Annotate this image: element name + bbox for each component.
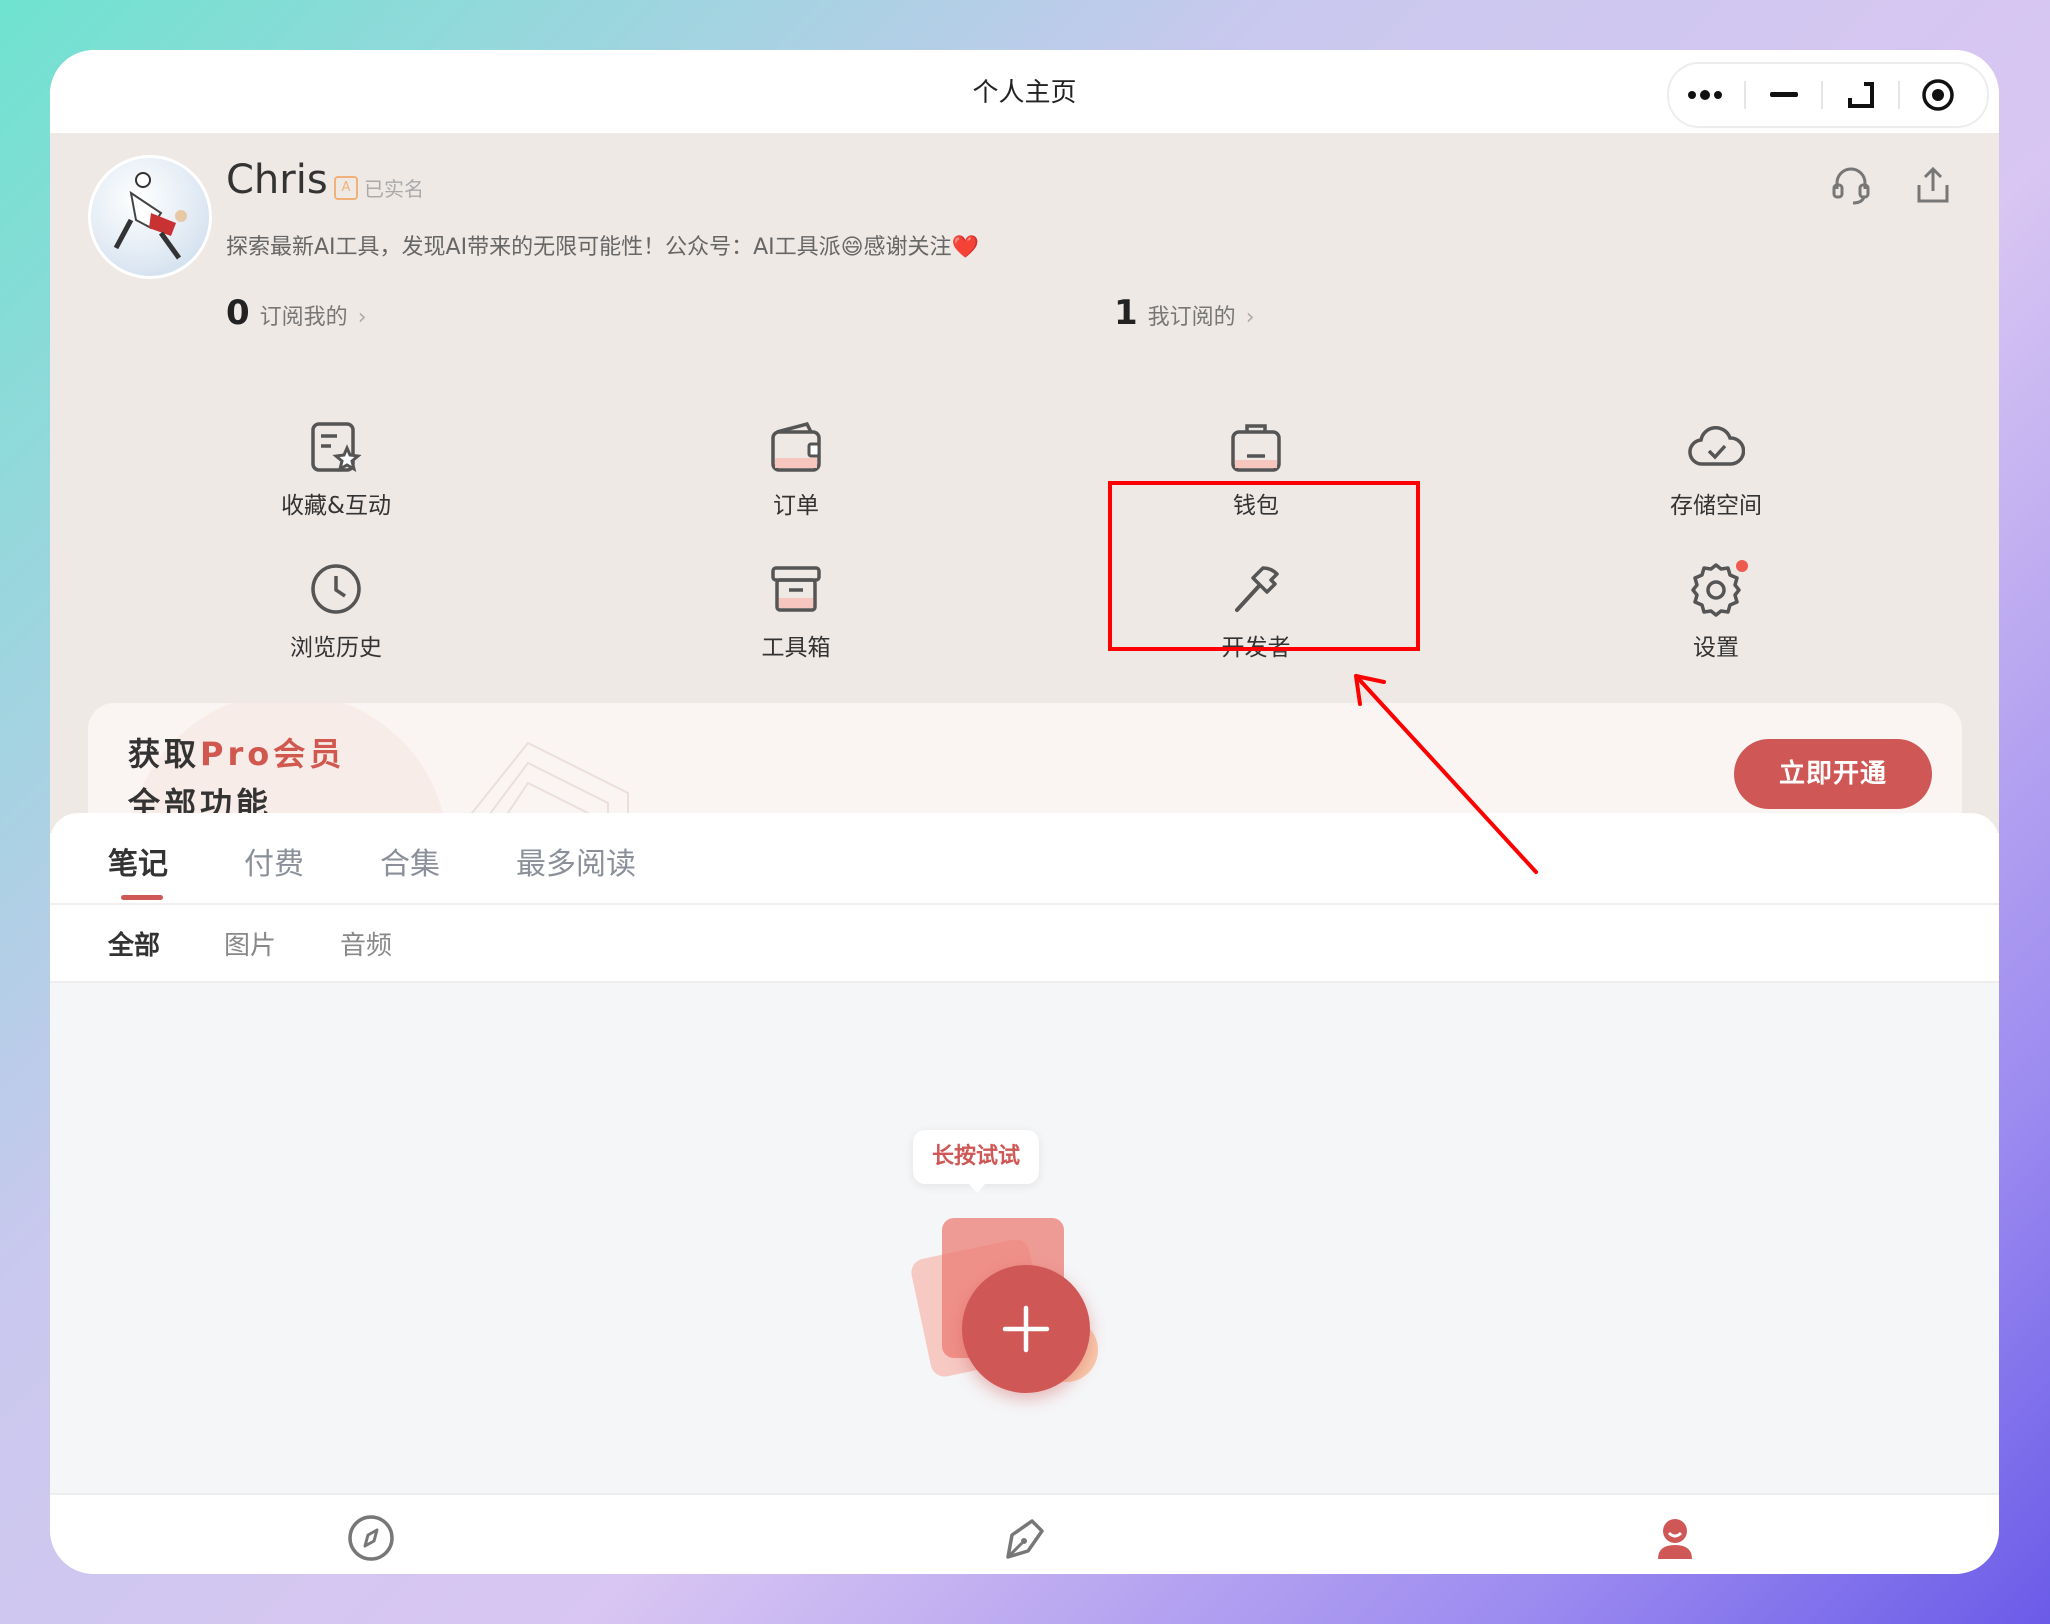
sub-tabs: 全部 图片 音频 xyxy=(50,905,1999,983)
compass-icon[interactable] xyxy=(346,1513,396,1567)
clock-icon xyxy=(311,564,361,614)
long-press-tooltip: 长按试试 xyxy=(913,1130,1039,1193)
verified-badge: A 已实名 xyxy=(334,173,424,202)
pro-title: 获取Pro会员 xyxy=(128,735,346,773)
add-note-button[interactable] xyxy=(962,1265,1090,1393)
grid-item-toolbox[interactable]: 工具箱 xyxy=(676,560,916,662)
window-controls xyxy=(1667,62,1989,128)
followers-count: 0 xyxy=(226,293,250,333)
main-tabs: 笔记 付费 合集 最多阅读 xyxy=(50,813,1999,905)
subtab-images[interactable]: 图片 xyxy=(224,925,276,962)
plus-icon xyxy=(1002,1305,1050,1353)
tab-most-read[interactable]: 最多阅读 xyxy=(516,839,636,883)
username: Chris xyxy=(226,157,328,203)
following-link[interactable]: 1 我订阅的 › xyxy=(1114,293,1255,333)
pen-icon[interactable] xyxy=(1000,1513,1050,1567)
followers-link[interactable]: 0 订阅我的 › xyxy=(226,293,367,333)
cloud-icon xyxy=(1688,425,1745,466)
following-label: 我订阅的 xyxy=(1147,305,1236,330)
following-count: 1 xyxy=(1114,293,1138,333)
headset-icon[interactable] xyxy=(1829,163,1873,211)
grid-label: 工具箱 xyxy=(761,635,831,661)
title-bar: 个人主页 xyxy=(50,50,1999,133)
toolbox-icon xyxy=(771,566,821,612)
tab-notes[interactable]: 笔记 xyxy=(108,839,168,883)
favorites-icon xyxy=(311,422,362,473)
chevron-right-icon: › xyxy=(357,305,367,330)
grid-label: 设置 xyxy=(1693,635,1739,661)
active-tab-indicator xyxy=(121,895,163,900)
avatar[interactable] xyxy=(88,155,212,279)
grid-item-favorites[interactable]: 收藏&互动 xyxy=(216,418,456,520)
share-icon[interactable] xyxy=(1911,163,1955,211)
grid-label: 收藏&互动 xyxy=(281,493,391,519)
profile-actions xyxy=(1829,163,1955,211)
grid-item-orders[interactable]: 订单 xyxy=(676,418,916,520)
grid-label: 存储空间 xyxy=(1670,493,1762,519)
grid-label: 浏览历史 xyxy=(290,635,382,661)
user-icon[interactable] xyxy=(1650,1513,1700,1567)
subtab-audio[interactable]: 音频 xyxy=(340,925,392,962)
bio: 探索最新AI工具，发现AI带来的无限可能性！公众号：AI工具派😄感谢关注❤️ xyxy=(226,235,979,260)
close-icon[interactable] xyxy=(1900,64,1975,126)
bottom-nav xyxy=(50,1493,1999,1574)
id-card-icon: A xyxy=(334,175,358,200)
subtab-all[interactable]: 全部 xyxy=(108,925,160,962)
activate-button[interactable]: 立即开通 xyxy=(1734,739,1932,809)
restore-icon[interactable] xyxy=(1823,64,1898,126)
notification-dot xyxy=(1736,560,1748,572)
followers-label: 订阅我的 xyxy=(259,305,348,330)
more-icon[interactable] xyxy=(1669,64,1744,126)
grid-item-settings[interactable]: 设置 xyxy=(1596,560,1836,662)
chevron-right-icon: › xyxy=(1245,305,1255,330)
tab-paid[interactable]: 付费 xyxy=(244,839,304,883)
wallet-icon xyxy=(1231,424,1281,472)
minimize-icon[interactable] xyxy=(1746,64,1821,126)
verified-label: 已实名 xyxy=(364,177,424,201)
grid-item-storage[interactable]: 存储空间 xyxy=(1596,418,1836,520)
annotation-box xyxy=(1108,481,1420,651)
profile-header: Chris A 已实名 探索最新AI工具，发现AI带来的无限可能性！公众号：AI… xyxy=(50,133,1999,843)
grid-item-history[interactable]: 浏览历史 xyxy=(216,560,456,662)
grid-label: 订单 xyxy=(773,493,819,519)
tab-collections[interactable]: 合集 xyxy=(380,839,440,883)
order-icon xyxy=(771,421,821,472)
